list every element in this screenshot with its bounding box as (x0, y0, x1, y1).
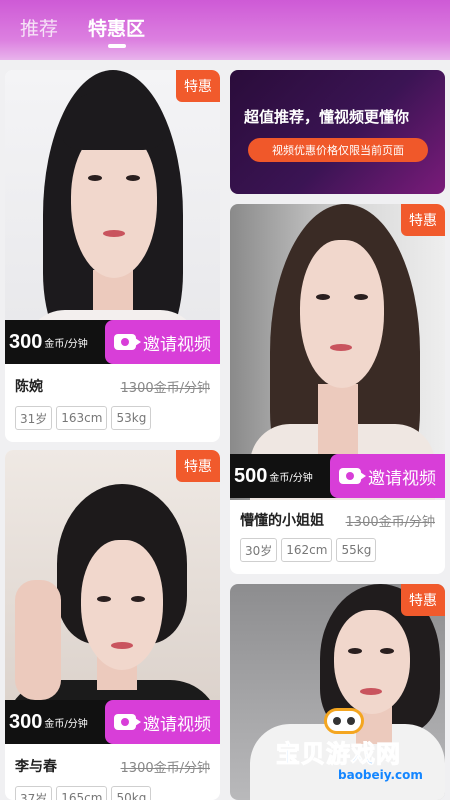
tab-recommend[interactable]: 推荐 (20, 14, 58, 41)
invite-video-button[interactable]: 邀请视频 (105, 320, 220, 364)
special-offer-tag: 特惠 (176, 70, 220, 102)
age-badge: 30岁 (240, 538, 278, 562)
invite-video-button[interactable]: 邀请视频 (330, 454, 445, 498)
promo-banner[interactable]: 超值推荐，懂视频更懂你 视频优惠价格仅限当前页面 (230, 70, 445, 194)
special-offer-tag: 特惠 (176, 450, 220, 482)
price-bar: 300 金币/分钟 邀请视频 (5, 700, 220, 744)
profile-card[interactable]: 特惠 300 金币/分钟 邀请视频 陈婉 1300金币/分钟 31岁 163cm… (5, 70, 220, 442)
video-camera-icon (339, 468, 366, 484)
original-price: 1300金币/分钟 (345, 515, 435, 530)
height-badge: 163cm (56, 406, 108, 430)
price-unit: 金币/分钟 (44, 718, 88, 730)
profile-card[interactable]: 特惠 300 金币/分钟 邀请视频 李与春 1300金币/分钟 37岁 165c… (5, 450, 220, 800)
price-value: 300 (9, 330, 43, 353)
active-tab-indicator (108, 44, 126, 48)
weight-badge: 53kg (111, 406, 152, 430)
original-price: 1300金币/分钟 (120, 381, 210, 396)
discount-price: 300 金币/分钟 (5, 700, 115, 744)
profile-name: 陈婉 (15, 379, 43, 395)
price-unit: 金币/分钟 (44, 338, 88, 350)
discount-price: 300 金币/分钟 (5, 320, 115, 364)
profile-name: 懵懂的小姐姐 (240, 513, 324, 529)
banner-subtitle: 视频优惠价格仅限当前页面 (248, 138, 428, 162)
price-unit: 金币/分钟 (269, 472, 313, 484)
profile-attributes: 37岁 165cm 50kg (15, 786, 152, 800)
height-badge: 165cm (56, 786, 108, 800)
price-value: 500 (234, 464, 268, 487)
price-value: 300 (9, 710, 43, 733)
tab-special-offers[interactable]: 特惠区 (88, 14, 145, 41)
watermark-text: 宝贝游戏网 (276, 740, 401, 769)
original-price: 1300金币/分钟 (120, 761, 210, 776)
age-badge: 31岁 (15, 406, 53, 430)
price-bar: 500 金币/分钟 邀请视频 (230, 454, 445, 498)
profile-card[interactable]: 特惠 500 金币/分钟 邀请视频 懵懂的小姐姐 1300金币/分钟 30岁 1… (230, 204, 445, 574)
age-badge: 37岁 (15, 786, 53, 800)
site-watermark: 宝贝游戏网 baobeiy.com (276, 704, 446, 798)
invite-video-label: 邀请视频 (143, 334, 211, 355)
special-offer-tag: 特惠 (401, 584, 445, 616)
banner-title: 超值推荐，懂视频更懂你 (244, 108, 410, 126)
price-bar: 300 金币/分钟 邀请视频 (5, 320, 220, 364)
height-badge: 162cm (281, 538, 333, 562)
invite-video-label: 邀请视频 (368, 468, 436, 489)
profile-attributes: 31岁 163cm 53kg (15, 406, 152, 430)
invite-video-label: 邀请视频 (143, 714, 211, 735)
profile-name: 李与春 (15, 759, 57, 775)
watermark-url: baobeiy.com (338, 768, 423, 782)
top-header: 推荐 特惠区 (0, 0, 450, 66)
video-camera-icon (114, 334, 141, 350)
weight-badge: 50kg (111, 786, 152, 800)
invite-video-button[interactable]: 邀请视频 (105, 700, 220, 744)
gamepad-logo-icon (324, 708, 364, 734)
video-camera-icon (114, 714, 141, 730)
special-offer-tag: 特惠 (401, 204, 445, 236)
profile-attributes: 30岁 162cm 55kg (240, 538, 377, 562)
discount-price: 500 金币/分钟 (230, 454, 340, 498)
weight-badge: 55kg (336, 538, 377, 562)
